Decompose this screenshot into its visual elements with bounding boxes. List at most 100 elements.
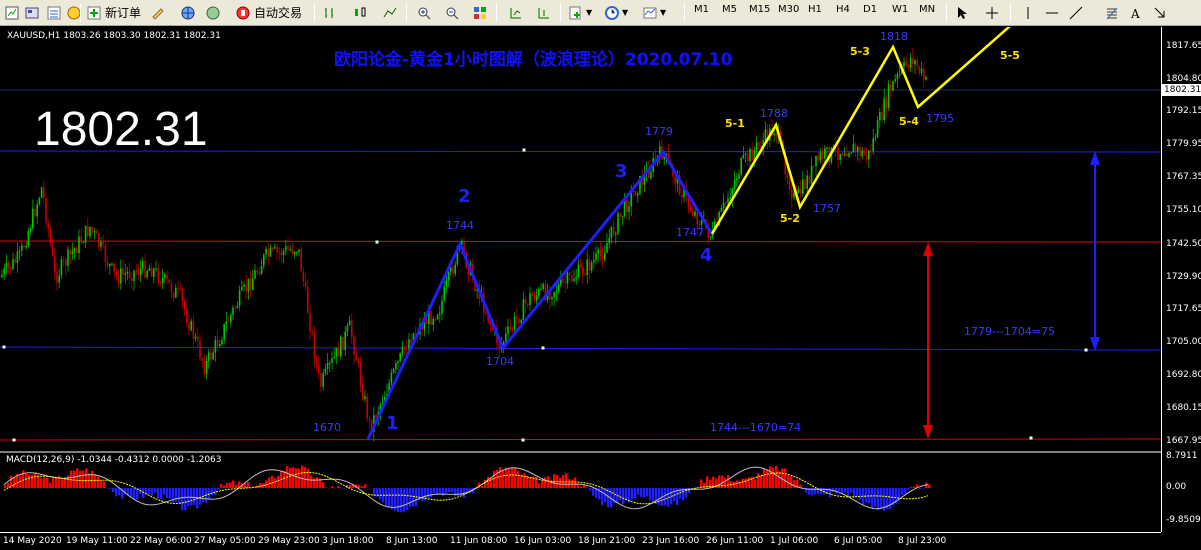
timeframe-m1[interactable]: M1 bbox=[694, 4, 709, 15]
macd-histogram-bar bbox=[358, 485, 361, 488]
auto-trading-button[interactable]: 自动交易 bbox=[235, 2, 302, 23]
macd-histogram-bar bbox=[343, 488, 346, 489]
candle-body bbox=[542, 284, 544, 289]
templates-button[interactable]: ▼ bbox=[642, 2, 666, 23]
candle-body bbox=[914, 60, 916, 65]
candle-body bbox=[773, 133, 775, 136]
subwave-label-5-3: 5-3 bbox=[850, 45, 870, 58]
macd-histogram-bar bbox=[97, 476, 100, 488]
trendline-tool-button[interactable] bbox=[1068, 2, 1084, 23]
timeframe-h4[interactable]: H4 bbox=[836, 4, 850, 15]
bar-chart-button[interactable] bbox=[322, 2, 338, 23]
candle-body bbox=[758, 142, 760, 146]
candle-body bbox=[436, 314, 439, 320]
candle-body bbox=[247, 278, 250, 292]
cursor-tool-button[interactable] bbox=[954, 2, 970, 23]
price-tick: 1667.95 bbox=[1166, 436, 1201, 446]
price-label-1788: 1788 bbox=[760, 107, 788, 120]
candle-body bbox=[815, 155, 817, 167]
candle-body bbox=[47, 222, 49, 230]
candle-body bbox=[804, 179, 806, 189]
chart-shift-button[interactable] bbox=[508, 2, 524, 23]
time-axis[interactable]: 14 May 2020 19 May 11:00 22 May 06:00 27 Ma… bbox=[0, 532, 1161, 550]
macd-histogram-bar bbox=[274, 477, 277, 488]
macd-histogram-bar bbox=[406, 488, 409, 511]
signals-button[interactable] bbox=[205, 2, 221, 23]
line-anchor-marker bbox=[1084, 348, 1088, 352]
candle-body bbox=[201, 358, 203, 361]
candle-body bbox=[113, 263, 115, 272]
new-order-button[interactable]: 新订单 bbox=[86, 2, 141, 23]
candle-body bbox=[430, 310, 432, 325]
candle-body bbox=[155, 268, 157, 270]
macd-histogram-bar bbox=[775, 465, 778, 488]
arrow-head-blue-bottom bbox=[1090, 337, 1100, 351]
tile-windows-button[interactable] bbox=[472, 2, 488, 23]
candle-body bbox=[839, 153, 841, 160]
candle-body bbox=[276, 247, 278, 252]
candle-body bbox=[227, 321, 230, 323]
chart-window[interactable]: XAUUSD,H1 1803.26 1803.30 1802.31 1802.3… bbox=[0, 27, 1201, 550]
hline-1670 bbox=[0, 438, 1161, 441]
price-axis[interactable]: 1817.65 1804.80 1792.15 1779.95 1767.35 1755.… bbox=[1161, 27, 1201, 532]
timeframe-d1[interactable]: D1 bbox=[863, 4, 877, 15]
periods-button[interactable]: ▼ bbox=[604, 2, 628, 23]
candle-body bbox=[150, 267, 153, 277]
candle-body bbox=[188, 323, 190, 331]
macd-histogram-bar bbox=[277, 475, 280, 488]
zoom-out-button[interactable] bbox=[444, 2, 460, 23]
line-chart-icon bbox=[382, 5, 398, 21]
macd-histogram-bar bbox=[325, 487, 328, 488]
horizontal-line-tool-button[interactable] bbox=[1044, 2, 1060, 23]
zoom-in-button[interactable] bbox=[416, 2, 432, 23]
timeframe-w1[interactable]: W1 bbox=[892, 4, 908, 15]
price-tick: 1692.80 bbox=[1166, 370, 1201, 380]
candle-body bbox=[183, 300, 186, 310]
market-watch-button[interactable] bbox=[46, 2, 62, 23]
macd-histogram-bar bbox=[82, 470, 85, 488]
candle-body bbox=[291, 249, 294, 254]
macd-histogram-bar bbox=[367, 487, 370, 489]
arrow-tool-button[interactable] bbox=[1152, 2, 1168, 23]
macd-histogram-bar bbox=[922, 488, 925, 489]
macd-histogram-bar bbox=[559, 477, 562, 488]
candle-body bbox=[918, 66, 921, 73]
globe-button[interactable] bbox=[180, 2, 196, 23]
candle-chart-button[interactable] bbox=[352, 2, 368, 23]
price-label-1779: 1779 bbox=[645, 125, 673, 138]
file-new-chart-button[interactable] bbox=[4, 2, 20, 23]
indicators-button[interactable]: ▼ bbox=[568, 2, 592, 23]
macd-histogram-bar bbox=[793, 480, 796, 488]
timeframe-m30[interactable]: M30 bbox=[778, 4, 799, 15]
macd-histogram-bar bbox=[631, 488, 634, 500]
candle-body bbox=[740, 158, 742, 175]
candle-body bbox=[56, 271, 58, 283]
candle-body bbox=[912, 57, 914, 65]
timeframe-h1[interactable]: H1 bbox=[808, 4, 822, 15]
profiles-button[interactable] bbox=[24, 2, 40, 23]
fibonacci-tool-button[interactable] bbox=[1104, 2, 1120, 23]
candle-body bbox=[179, 288, 181, 290]
line-chart-button[interactable] bbox=[382, 2, 398, 23]
macd-histogram-bar bbox=[412, 488, 415, 507]
candle-body bbox=[122, 268, 124, 275]
timeframe-m15[interactable]: M15 bbox=[749, 4, 770, 15]
vertical-line-tool-button[interactable] bbox=[1020, 2, 1036, 23]
macd-histogram-bar bbox=[175, 488, 178, 502]
metaeditor-button[interactable] bbox=[150, 2, 166, 23]
candle-body bbox=[905, 61, 907, 66]
candle-body bbox=[135, 270, 137, 272]
crosshair-tool-button[interactable] bbox=[984, 2, 1000, 23]
macd-histogram-bar bbox=[340, 487, 343, 489]
timeframe-mn[interactable]: MN bbox=[919, 4, 935, 15]
autoscroll-button[interactable] bbox=[536, 2, 552, 23]
macd-histogram-bar bbox=[52, 476, 55, 488]
macd-histogram-bar bbox=[637, 488, 640, 495]
candle-body bbox=[571, 275, 573, 281]
macd-histogram-bar bbox=[220, 484, 223, 488]
candle-body bbox=[7, 263, 10, 267]
candle-body bbox=[584, 274, 586, 276]
candle-body bbox=[885, 98, 888, 108]
timeframe-m5[interactable]: M5 bbox=[722, 4, 737, 15]
text-tool-button[interactable]: A bbox=[1128, 2, 1144, 23]
